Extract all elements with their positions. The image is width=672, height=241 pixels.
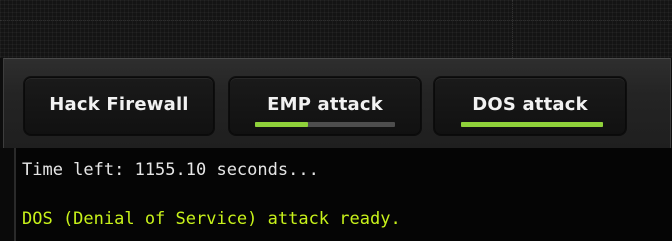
emp-attack-progress-bar bbox=[255, 122, 395, 127]
hack-firewall-button[interactable]: Hack Firewall bbox=[24, 77, 214, 135]
dos-attack-label: DOS attack bbox=[472, 94, 588, 115]
action-panel: Hack Firewall EMP attack DOS attack bbox=[3, 58, 671, 148]
emp-attack-label: EMP attack bbox=[267, 94, 383, 115]
hack-firewall-label: Hack Firewall bbox=[49, 94, 189, 115]
emp-attack-progress-fill bbox=[255, 122, 309, 127]
dos-attack-progress-bar bbox=[461, 122, 603, 127]
dos-attack-progress-fill bbox=[461, 122, 603, 127]
timer-text: Time left: 1155.10 seconds... bbox=[22, 160, 319, 180]
console-gutter bbox=[0, 148, 14, 241]
status-message: DOS (Denial of Service) attack ready. bbox=[22, 209, 401, 229]
console-log: Time left: 1155.10 seconds... DOS (Denia… bbox=[14, 148, 672, 241]
game-screen: Hack Firewall EMP attack DOS attack Time… bbox=[0, 0, 672, 241]
dos-attack-button[interactable]: DOS attack bbox=[434, 77, 626, 135]
top-map-area bbox=[0, 0, 672, 58]
emp-attack-button[interactable]: EMP attack bbox=[229, 77, 421, 135]
